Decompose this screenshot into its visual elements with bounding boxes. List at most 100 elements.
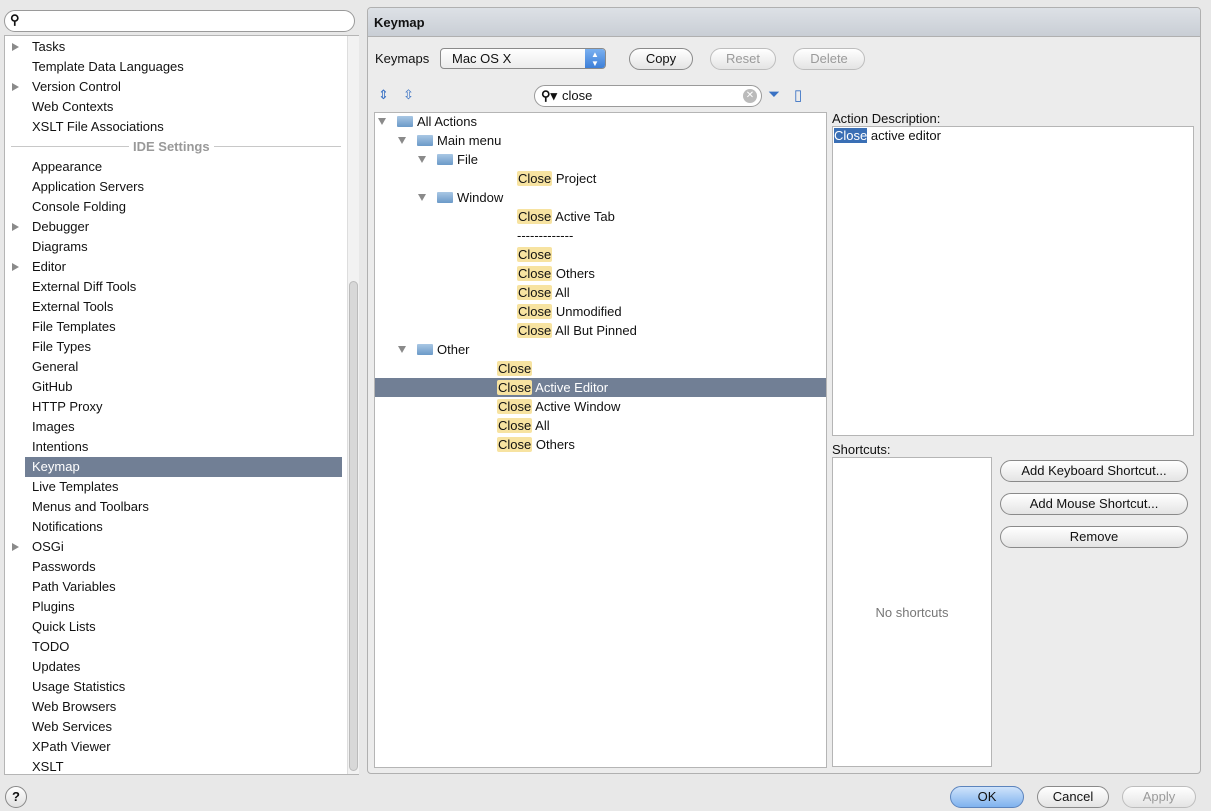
tree-group[interactable]: Main menu	[375, 131, 826, 150]
sidebar-item-quick-lists[interactable]: Quick Lists	[25, 617, 342, 637]
copy-button[interactable]: Copy	[629, 48, 693, 70]
tree-action[interactable]: Close Others	[375, 435, 826, 454]
sidebar-item-xpath-viewer[interactable]: XPath Viewer	[25, 737, 342, 757]
tree-node-label: Project	[552, 171, 597, 186]
keymap-select[interactable]: Mac OS X ▲ ▼	[440, 48, 606, 69]
tree-group[interactable]: Other	[375, 340, 826, 359]
match-highlight: Close	[517, 323, 553, 338]
sidebar-item-github[interactable]: GitHub	[25, 377, 342, 397]
tree-action[interactable]: Close Others	[375, 264, 826, 283]
tree-group[interactable]: Window	[375, 188, 826, 207]
tree-action[interactable]: Close	[375, 359, 826, 378]
action-filter-input[interactable]: ⚲▾ close ✕	[534, 85, 762, 107]
collapse-arrow-icon[interactable]	[418, 156, 426, 163]
filter-icon[interactable]: ⏷	[768, 86, 780, 103]
shortcuts-list[interactable]: No shortcuts	[832, 457, 992, 767]
sidebar-item-xslt-file-associations[interactable]: XSLT File Associations	[25, 117, 342, 137]
sidebar-item-notifications[interactable]: Notifications	[25, 517, 342, 537]
help-icon[interactable]: ?	[5, 786, 27, 808]
sidebar-item-menus-and-toolbars[interactable]: Menus and Toolbars	[25, 497, 342, 517]
sidebar-item-web-services[interactable]: Web Services	[25, 717, 342, 737]
sidebar-item-intentions[interactable]: Intentions	[25, 437, 342, 457]
sidebar-item-console-folding[interactable]: Console Folding	[25, 197, 342, 217]
collapse-arrow-icon[interactable]	[378, 118, 386, 125]
collapse-arrow-icon[interactable]	[418, 194, 426, 201]
tree-action[interactable]: Close	[375, 245, 826, 264]
sidebar-item-external-diff-tools[interactable]: External Diff Tools	[25, 277, 342, 297]
sidebar-item-images[interactable]: Images	[25, 417, 342, 437]
tree-node-label: Active Editor	[532, 380, 609, 395]
sidebar-item-general[interactable]: General	[25, 357, 342, 377]
expand-arrow-icon[interactable]	[12, 223, 19, 231]
keymap-selected-value: Mac OS X	[452, 51, 512, 66]
sidebar-item-web-browsers[interactable]: Web Browsers	[25, 697, 342, 717]
action-description-label: Action Description:	[832, 111, 941, 126]
tree-action[interactable]: Close Active Tab	[375, 207, 826, 226]
sidebar-item-appearance[interactable]: Appearance	[25, 157, 342, 177]
sidebar-item-application-servers[interactable]: Application Servers	[25, 177, 342, 197]
sidebar-item-label: HTTP Proxy	[32, 399, 103, 414]
tree-action[interactable]: Close All	[375, 283, 826, 302]
sidebar-item-template-data-languages[interactable]: Template Data Languages	[25, 57, 342, 77]
tree-group[interactable]: All Actions	[375, 112, 826, 131]
expand-arrow-icon[interactable]	[12, 263, 19, 271]
sidebar-item-label: OSGi	[32, 539, 64, 554]
sidebar-item-xslt[interactable]: XSLT	[25, 757, 342, 777]
tree-node-label: File	[457, 152, 478, 167]
sidebar-item-passwords[interactable]: Passwords	[25, 557, 342, 577]
match-highlight: Close	[517, 171, 553, 186]
scrollbar-thumb[interactable]	[349, 281, 358, 771]
tree-action[interactable]: Close All But Pinned	[375, 321, 826, 340]
sidebar-item-http-proxy[interactable]: HTTP Proxy	[25, 397, 342, 417]
sidebar-item-file-types[interactable]: File Types	[25, 337, 342, 357]
sidebar-item-editor[interactable]: Editor	[25, 257, 342, 277]
collapse-arrow-icon[interactable]	[398, 137, 406, 144]
tree-action[interactable]: Close Active Window	[375, 397, 826, 416]
sidebar-item-todo[interactable]: TODO	[25, 637, 342, 657]
expand-arrow-icon[interactable]	[12, 83, 19, 91]
sidebar-item-keymap[interactable]: Keymap	[25, 457, 342, 477]
sidebar-item-live-templates[interactable]: Live Templates	[25, 477, 342, 497]
tree-action[interactable]: Close Unmodified	[375, 302, 826, 321]
sidebar-item-tasks[interactable]: Tasks	[25, 37, 342, 57]
sidebar-item-web-contexts[interactable]: Web Contexts	[25, 97, 342, 117]
remove-button[interactable]: Remove	[1000, 526, 1188, 548]
reset-button[interactable]: Reset	[710, 48, 776, 70]
tree-action[interactable]: -------------	[375, 226, 826, 245]
tree-action[interactable]: Close Project	[375, 169, 826, 188]
delete-button[interactable]: Delete	[793, 48, 865, 70]
clear-icon[interactable]: ✕	[743, 89, 757, 103]
collapse-arrow-icon[interactable]	[398, 346, 406, 353]
sidebar-item-label: Live Templates	[32, 479, 119, 494]
add-mouse-shortcut-button[interactable]: Add Mouse Shortcut...	[1000, 493, 1188, 515]
settings-search-input[interactable]: ⚲	[4, 10, 355, 32]
expand-arrow-icon[interactable]	[12, 543, 19, 551]
sidebar-item-plugins[interactable]: Plugins	[25, 597, 342, 617]
sidebar-item-usage-statistics[interactable]: Usage Statistics	[25, 677, 342, 697]
add-keyboard-shortcut-button[interactable]: Add Keyboard Shortcut...	[1000, 460, 1188, 482]
match-highlight: Close	[517, 266, 553, 281]
cancel-button[interactable]: Cancel	[1037, 786, 1109, 808]
expand-all-icon[interactable]: ⇕	[378, 87, 389, 103]
sidebar-item-updates[interactable]: Updates	[25, 657, 342, 677]
sidebar-item-path-variables[interactable]: Path Variables	[25, 577, 342, 597]
description-highlight: Close	[834, 128, 868, 143]
sidebar-item-label: Version Control	[32, 79, 121, 94]
tree-group[interactable]: File	[375, 150, 826, 169]
sidebar-item-label: Web Browsers	[32, 699, 117, 714]
sidebar-item-osgi[interactable]: OSGi	[25, 537, 342, 557]
sidebar-item-label: Plugins	[32, 599, 75, 614]
sidebar-item-external-tools[interactable]: External Tools	[25, 297, 342, 317]
apply-button[interactable]: Apply	[1122, 786, 1196, 808]
sidebar-item-label: TODO	[32, 639, 70, 654]
collapse-all-icon[interactable]: ⇳	[403, 87, 414, 103]
sidebar-item-file-templates[interactable]: File Templates	[25, 317, 342, 337]
sidebar-item-debugger[interactable]: Debugger	[25, 217, 342, 237]
sidebar-item-version-control[interactable]: Version Control	[25, 77, 342, 97]
tree-action[interactable]: Close Active Editor	[375, 378, 826, 397]
find-shortcut-icon[interactable]: ▯	[794, 86, 802, 104]
sidebar-item-diagrams[interactable]: Diagrams	[25, 237, 342, 257]
expand-arrow-icon[interactable]	[12, 43, 19, 51]
tree-action[interactable]: Close All	[375, 416, 826, 435]
ok-button[interactable]: OK	[950, 786, 1024, 808]
